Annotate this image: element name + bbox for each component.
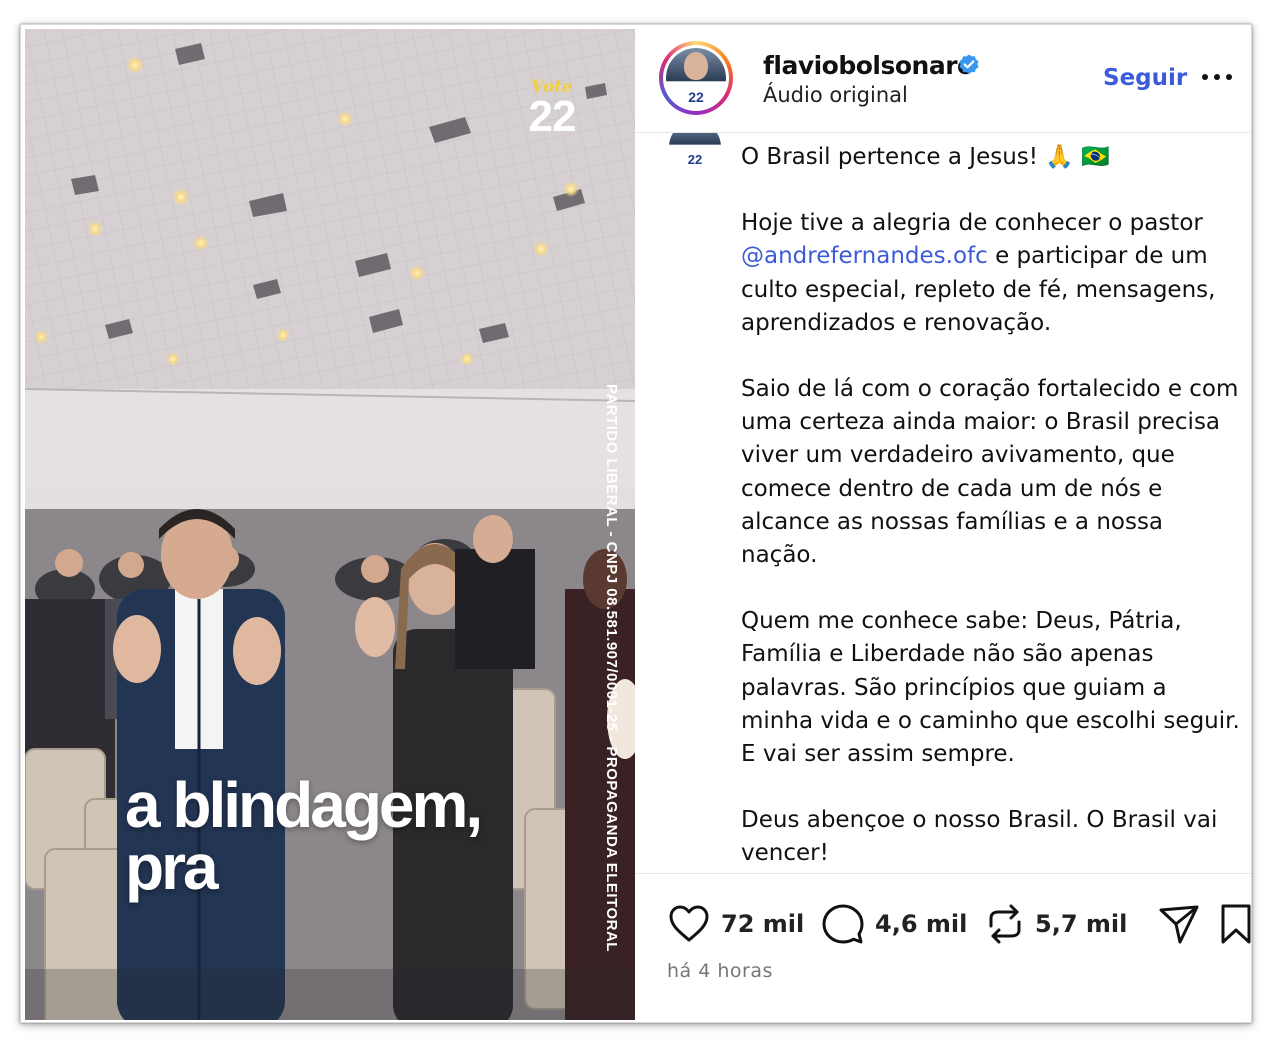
avatar-number: 22 (688, 89, 704, 105)
post-side-panel: 22 flaviobolsonaro Áudio original Seguir… (635, 25, 1252, 1022)
bookmark-action[interactable] (1219, 902, 1252, 946)
share-icon[interactable] (1157, 902, 1201, 946)
repost-count: 5,7 mil (1035, 910, 1128, 938)
post-header: 22 flaviobolsonaro Áudio original Seguir (635, 25, 1251, 133)
caption-paragraph-1: O Brasil pertence a Jesus! 🙏 🇧🇷 (741, 144, 1110, 170)
verified-badge-icon (959, 54, 979, 74)
caption-line-2: pra (125, 831, 219, 903)
vote-22-logo: Vote 22 (517, 77, 587, 147)
comment-icon[interactable] (821, 902, 865, 946)
caption-area: 22 O Brasil pertence a Jesus! 🙏 🇧🇷 Hoje … (635, 133, 1251, 873)
caption-text: Hoje tive a alegria de conhecer o pastor (741, 210, 1203, 237)
caption-paragraph-5: Deus abençoe o nosso Brasil. O Brasil va… (741, 807, 1218, 867)
repost-action[interactable]: 5,7 mil (985, 902, 1127, 946)
crowd-image (25, 509, 635, 1020)
original-audio-link[interactable]: Áudio original (763, 83, 908, 107)
comment-action[interactable]: 4,6 mil (821, 902, 967, 946)
caption-avatar[interactable]: 22 (667, 133, 723, 175)
follow-button[interactable]: Seguir (1103, 65, 1187, 91)
post-timestamp[interactable]: há 4 horas (667, 960, 773, 982)
share-action[interactable] (1157, 902, 1201, 946)
post-video[interactable]: Vote 22 PARTIDO LIBERAL - CNPJ 08.581.90… (25, 29, 635, 1020)
post-window: Vote 22 PARTIDO LIBERAL - CNPJ 08.581.90… (20, 24, 1252, 1023)
vote-number: 22 (528, 92, 577, 141)
caption-avatar-number: 22 (687, 152, 703, 167)
more-horizontal-icon[interactable] (1200, 67, 1234, 87)
profile-avatar[interactable]: 22 (659, 41, 733, 115)
repost-icon[interactable] (985, 902, 1025, 946)
caption-paragraph-3: Saio de lá com o coração fortalecido e c… (741, 376, 1239, 569)
username-link[interactable]: flaviobolsonaro (763, 51, 974, 80)
video-caption: a blindagem, pra (125, 769, 483, 903)
caption-line-1: a blindagem, (125, 769, 483, 841)
electoral-disclaimer: PARTIDO LIBERAL - CNPJ 08.581.907/0001-2… (603, 384, 620, 952)
caption-paragraph-4: Quem me conhece sabe: Deus, Pátria, Famí… (741, 608, 1240, 768)
like-action[interactable]: 72 mil (667, 902, 804, 946)
like-count: 72 mil (721, 910, 805, 938)
comment-count: 4,6 mil (875, 910, 968, 938)
bookmark-icon[interactable] (1219, 902, 1252, 946)
caption-paragraph-2: Hoje tive a alegria de conhecer o pastor… (741, 207, 1241, 340)
post-actions: 72 mil 4,6 mil 5,7 mil há 4 horas (635, 873, 1252, 1022)
mention-link[interactable]: @andrefernandes.ofc (741, 243, 988, 269)
post-caption: O Brasil pertence a Jesus! 🙏 🇧🇷 Hoje tiv… (741, 141, 1241, 873)
heart-icon[interactable] (667, 902, 711, 946)
